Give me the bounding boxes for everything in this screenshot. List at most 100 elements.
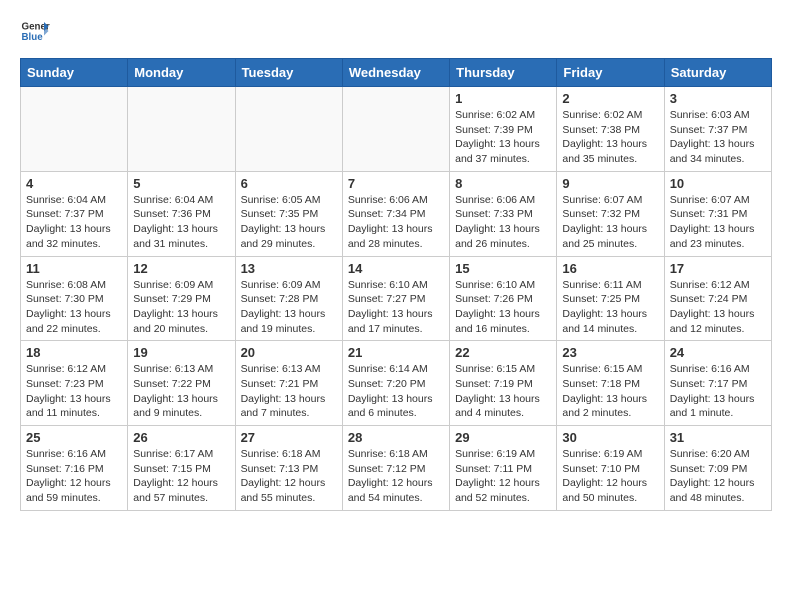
day-number: 10 xyxy=(670,176,766,191)
day-info: Sunrise: 6:16 AM Sunset: 7:16 PM Dayligh… xyxy=(26,447,122,506)
day-number: 31 xyxy=(670,430,766,445)
calendar-cell xyxy=(342,87,449,172)
day-info: Sunrise: 6:02 AM Sunset: 7:38 PM Dayligh… xyxy=(562,108,658,167)
day-info: Sunrise: 6:15 AM Sunset: 7:19 PM Dayligh… xyxy=(455,362,551,421)
day-info: Sunrise: 6:10 AM Sunset: 7:26 PM Dayligh… xyxy=(455,278,551,337)
weekday-header: Monday xyxy=(128,59,235,87)
calendar-cell: 18Sunrise: 6:12 AM Sunset: 7:23 PM Dayli… xyxy=(21,341,128,426)
calendar-cell: 1 Sunrise: 6:02 AM Sunset: 7:39 PM Daylig… xyxy=(450,87,557,172)
calendar-table: SundayMondayTuesdayWednesdayThursdayFrid… xyxy=(20,58,772,511)
calendar-cell: 20 Sunrise: 6:13 AM Sunset: 7:21 PM Dayli… xyxy=(235,341,342,426)
day-number: 27 xyxy=(241,430,337,445)
day-number: 17 xyxy=(670,261,766,276)
calendar-cell xyxy=(235,87,342,172)
calendar-cell: 5 Sunrise: 6:04 AM Sunset: 7:36 PM Daylig… xyxy=(128,171,235,256)
day-number: 12 xyxy=(133,261,229,276)
day-info: Sunrise: 6:04 AM Sunset: 7:36 PM Dayligh… xyxy=(133,193,229,252)
day-number: 1 xyxy=(455,91,551,106)
day-number: 24 xyxy=(670,345,766,360)
calendar-cell xyxy=(128,87,235,172)
day-info: Sunrise: 6:17 AM Sunset: 7:15 PM Dayligh… xyxy=(133,447,229,506)
calendar-week-row: 25Sunrise: 6:16 AM Sunset: 7:16 PM Dayli… xyxy=(21,426,772,511)
calendar-cell: 27 Sunrise: 6:18 AM Sunset: 7:13 PM Dayli… xyxy=(235,426,342,511)
day-number: 28 xyxy=(348,430,444,445)
calendar-cell: 19 Sunrise: 6:13 AM Sunset: 7:22 PM Dayli… xyxy=(128,341,235,426)
weekday-header: Sunday xyxy=(21,59,128,87)
day-info: Sunrise: 6:06 AM Sunset: 7:34 PM Dayligh… xyxy=(348,193,444,252)
weekday-header: Tuesday xyxy=(235,59,342,87)
day-info: Sunrise: 6:05 AM Sunset: 7:35 PM Dayligh… xyxy=(241,193,337,252)
day-number: 22 xyxy=(455,345,551,360)
day-info: Sunrise: 6:15 AM Sunset: 7:18 PM Dayligh… xyxy=(562,362,658,421)
day-info: Sunrise: 6:19 AM Sunset: 7:11 PM Dayligh… xyxy=(455,447,551,506)
calendar-cell: 2 Sunrise: 6:02 AM Sunset: 7:38 PM Daylig… xyxy=(557,87,664,172)
day-number: 3 xyxy=(670,91,766,106)
day-info: Sunrise: 6:03 AM Sunset: 7:37 PM Dayligh… xyxy=(670,108,766,167)
day-number: 14 xyxy=(348,261,444,276)
calendar-cell: 3 Sunrise: 6:03 AM Sunset: 7:37 PM Daylig… xyxy=(664,87,771,172)
day-number: 9 xyxy=(562,176,658,191)
day-number: 13 xyxy=(241,261,337,276)
day-info: Sunrise: 6:09 AM Sunset: 7:28 PM Dayligh… xyxy=(241,278,337,337)
day-number: 19 xyxy=(133,345,229,360)
calendar-cell: 16Sunrise: 6:11 AM Sunset: 7:25 PM Dayli… xyxy=(557,256,664,341)
day-info: Sunrise: 6:07 AM Sunset: 7:32 PM Dayligh… xyxy=(562,193,658,252)
day-info: Sunrise: 6:02 AM Sunset: 7:39 PM Dayligh… xyxy=(455,108,551,167)
calendar-cell: 24 Sunrise: 6:16 AM Sunset: 7:17 PM Dayli… xyxy=(664,341,771,426)
calendar-cell: 7 Sunrise: 6:06 AM Sunset: 7:34 PM Daylig… xyxy=(342,171,449,256)
day-info: Sunrise: 6:19 AM Sunset: 7:10 PM Dayligh… xyxy=(562,447,658,506)
day-info: Sunrise: 6:18 AM Sunset: 7:12 PM Dayligh… xyxy=(348,447,444,506)
day-info: Sunrise: 6:10 AM Sunset: 7:27 PM Dayligh… xyxy=(348,278,444,337)
day-number: 5 xyxy=(133,176,229,191)
calendar-cell: 23 Sunrise: 6:15 AM Sunset: 7:18 PM Dayli… xyxy=(557,341,664,426)
day-number: 23 xyxy=(562,345,658,360)
weekday-header: Thursday xyxy=(450,59,557,87)
calendar-cell: 29 Sunrise: 6:19 AM Sunset: 7:11 PM Dayli… xyxy=(450,426,557,511)
day-number: 15 xyxy=(455,261,551,276)
day-info: Sunrise: 6:14 AM Sunset: 7:20 PM Dayligh… xyxy=(348,362,444,421)
calendar-cell: 21 Sunrise: 6:14 AM Sunset: 7:20 PM Dayli… xyxy=(342,341,449,426)
day-number: 2 xyxy=(562,91,658,106)
day-number: 21 xyxy=(348,345,444,360)
weekday-header: Saturday xyxy=(664,59,771,87)
day-info: Sunrise: 6:13 AM Sunset: 7:22 PM Dayligh… xyxy=(133,362,229,421)
weekday-header: Friday xyxy=(557,59,664,87)
page-header: General Blue xyxy=(20,16,772,46)
calendar-cell: 28 Sunrise: 6:18 AM Sunset: 7:12 PM Dayli… xyxy=(342,426,449,511)
day-number: 30 xyxy=(562,430,658,445)
day-number: 11 xyxy=(26,261,122,276)
calendar-cell: 11 Sunrise: 6:08 AM Sunset: 7:30 PM Dayli… xyxy=(21,256,128,341)
day-info: Sunrise: 6:07 AM Sunset: 7:31 PM Dayligh… xyxy=(670,193,766,252)
day-info: Sunrise: 6:12 AM Sunset: 7:24 PM Dayligh… xyxy=(670,278,766,337)
calendar-cell: 22 Sunrise: 6:15 AM Sunset: 7:19 PM Dayli… xyxy=(450,341,557,426)
calendar-cell: 31Sunrise: 6:20 AM Sunset: 7:09 PM Dayli… xyxy=(664,426,771,511)
calendar-cell: 4 Sunrise: 6:04 AM Sunset: 7:37 PM Daylig… xyxy=(21,171,128,256)
day-info: Sunrise: 6:06 AM Sunset: 7:33 PM Dayligh… xyxy=(455,193,551,252)
day-info: Sunrise: 6:13 AM Sunset: 7:21 PM Dayligh… xyxy=(241,362,337,421)
calendar-cell: 12 Sunrise: 6:09 AM Sunset: 7:29 PM Dayli… xyxy=(128,256,235,341)
day-number: 26 xyxy=(133,430,229,445)
day-info: Sunrise: 6:09 AM Sunset: 7:29 PM Dayligh… xyxy=(133,278,229,337)
calendar-week-row: 11 Sunrise: 6:08 AM Sunset: 7:30 PM Dayli… xyxy=(21,256,772,341)
calendar-cell: 8 Sunrise: 6:06 AM Sunset: 7:33 PM Daylig… xyxy=(450,171,557,256)
calendar-header-row: SundayMondayTuesdayWednesdayThursdayFrid… xyxy=(21,59,772,87)
day-info: Sunrise: 6:16 AM Sunset: 7:17 PM Dayligh… xyxy=(670,362,766,421)
calendar-cell: 17 Sunrise: 6:12 AM Sunset: 7:24 PM Dayli… xyxy=(664,256,771,341)
day-number: 20 xyxy=(241,345,337,360)
day-number: 4 xyxy=(26,176,122,191)
day-number: 6 xyxy=(241,176,337,191)
calendar-week-row: 18Sunrise: 6:12 AM Sunset: 7:23 PM Dayli… xyxy=(21,341,772,426)
calendar-cell: 26 Sunrise: 6:17 AM Sunset: 7:15 PM Dayli… xyxy=(128,426,235,511)
day-number: 7 xyxy=(348,176,444,191)
day-info: Sunrise: 6:08 AM Sunset: 7:30 PM Dayligh… xyxy=(26,278,122,337)
day-number: 29 xyxy=(455,430,551,445)
calendar-cell: 14 Sunrise: 6:10 AM Sunset: 7:27 PM Dayli… xyxy=(342,256,449,341)
calendar-cell: 13 Sunrise: 6:09 AM Sunset: 7:28 PM Dayli… xyxy=(235,256,342,341)
day-number: 18 xyxy=(26,345,122,360)
day-info: Sunrise: 6:18 AM Sunset: 7:13 PM Dayligh… xyxy=(241,447,337,506)
day-info: Sunrise: 6:04 AM Sunset: 7:37 PM Dayligh… xyxy=(26,193,122,252)
day-info: Sunrise: 6:11 AM Sunset: 7:25 PM Dayligh… xyxy=(562,278,658,337)
calendar-week-row: 4 Sunrise: 6:04 AM Sunset: 7:37 PM Daylig… xyxy=(21,171,772,256)
day-number: 8 xyxy=(455,176,551,191)
svg-text:Blue: Blue xyxy=(22,32,44,43)
